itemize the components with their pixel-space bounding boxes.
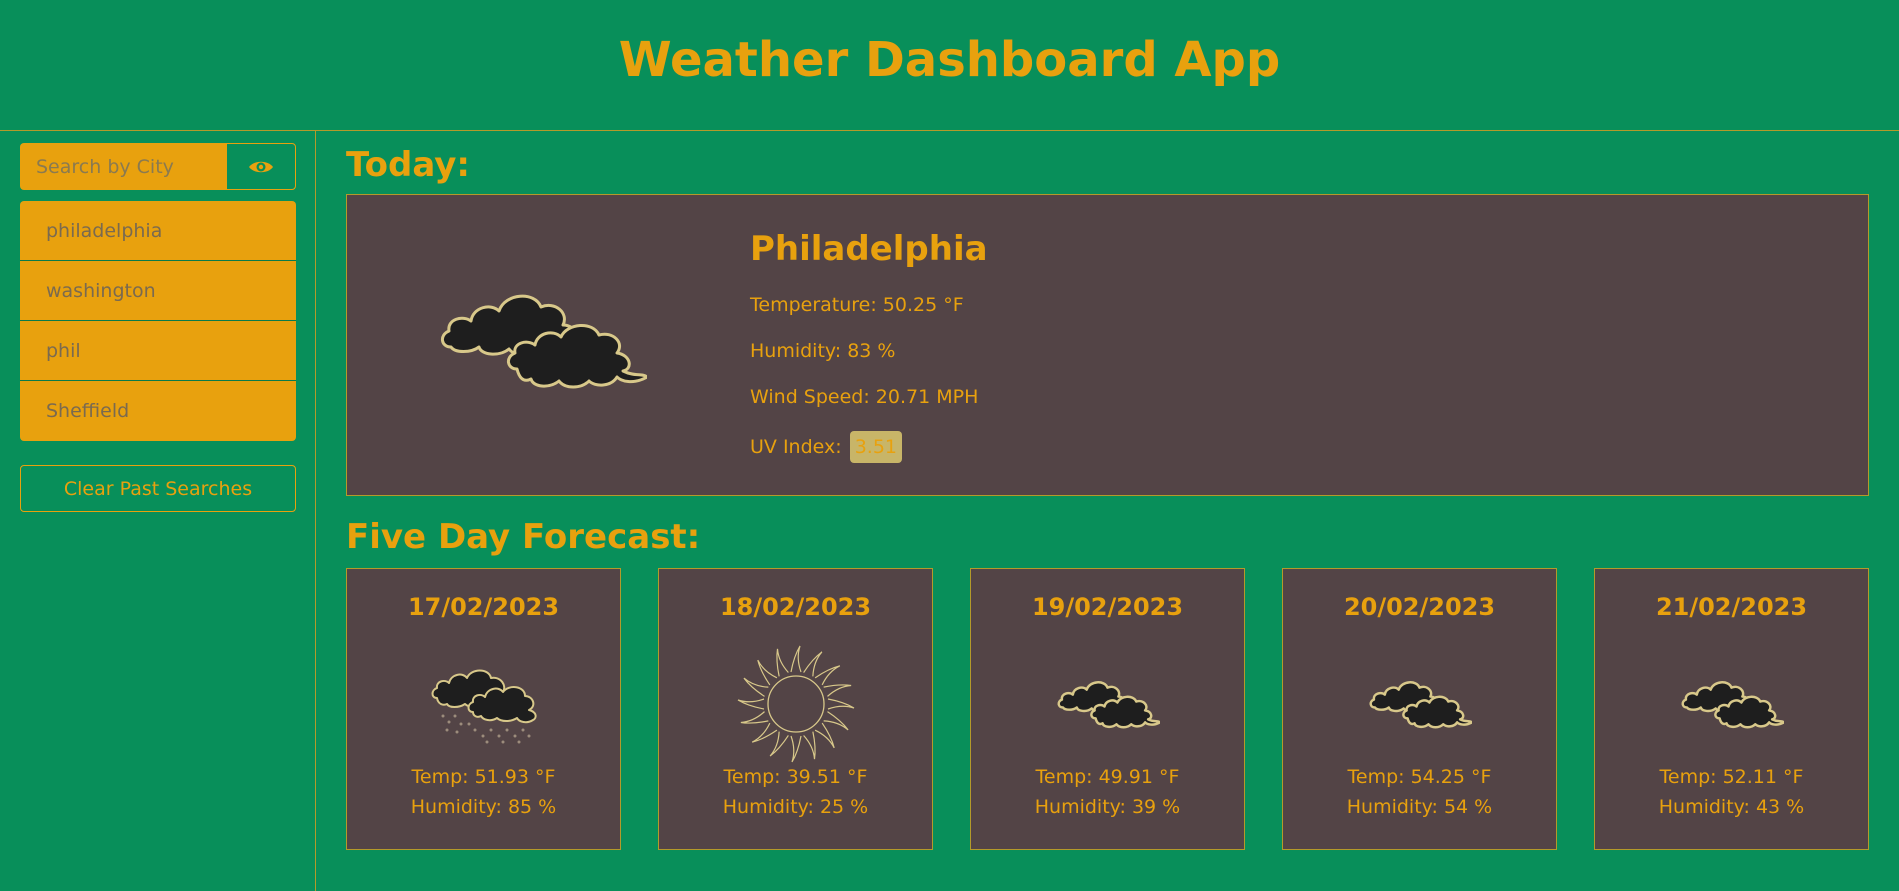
forecast-temp: Temp: 51.93 °F [411,766,556,788]
forecast-card: 21/02/2023 Temp: 52.11 °F Humidity: 43 % [1594,568,1869,850]
forecast-card: 17/02/2023 Temp: 51.93 °F Humidity: 85 % [346,568,621,850]
forecast-temp: Temp: 49.91 °F [1035,766,1180,788]
today-card: Philadelphia Temperature: 50.25 °F Humid… [346,194,1869,496]
history-item-label: phil [46,339,81,362]
forecast-humidity: Humidity: 25 % [722,796,869,818]
history-item[interactable]: phil [20,321,296,381]
forecast-row: 17/02/2023 Temp: 51.93 °F Humidity: 85 %… [346,568,1869,850]
history-item-label: philadelphia [46,219,163,242]
search-input[interactable] [20,143,226,190]
forecast-temp: Temp: 52.11 °F [1659,766,1804,788]
forecast-date: 17/02/2023 [407,593,560,621]
search-button[interactable] [226,143,296,190]
history-item[interactable]: philadelphia [20,201,296,261]
forecast-temp: Temp: 54.25 °F [1347,766,1492,788]
history-item[interactable]: washington [20,261,296,321]
forecast-card: 20/02/2023 Temp: 54.25 °F Humidity: 54 % [1282,568,1557,850]
forecast-humidity: Humidity: 54 % [1346,796,1493,818]
forecast-date: 20/02/2023 [1343,593,1496,621]
sun-icon [659,639,932,769]
forecast-humidity: Humidity: 43 % [1658,796,1805,818]
forecast-humidity: Humidity: 85 % [410,796,557,818]
app-header: Weather Dashboard App [0,0,1899,131]
uv-index-label: UV Index: [750,436,842,458]
forecast-card: 19/02/2023 Temp: 49.91 °F Humidity: 39 % [970,568,1245,850]
clear-history-button[interactable]: Clear Past Searches [20,465,296,512]
search-history-list: philadelphia washington phil Sheffield [20,201,296,441]
forecast-heading: Five Day Forecast: [346,517,701,557]
cloudy-icon [1595,639,1868,769]
forecast-card: 18/02/2023 Temp: 39.51 °F Humidity: 25 % [658,568,933,850]
today-info: Philadelphia Temperature: 50.25 °F Humid… [750,229,988,477]
wind-speed-text: Wind Speed: 20.71 MPH [750,386,979,408]
cloudy-icon [437,285,649,399]
cloudy-icon [971,639,1244,769]
city-name: Philadelphia [750,229,988,269]
forecast-humidity: Humidity: 39 % [1034,796,1181,818]
forecast-temp: Temp: 39.51 °F [723,766,868,788]
rain-cloud-icon [347,639,620,769]
main-content: Today: Philadelphia Temperature: 50.25 °… [316,131,1899,891]
forecast-date: 18/02/2023 [719,593,872,621]
uv-index-badge: 3.51 [849,431,903,463]
humidity-text: Humidity: 83 % [750,340,896,362]
cloudy-icon [1283,639,1556,769]
uv-index-row: UV Index: 3.51 [750,431,988,477]
forecast-date: 21/02/2023 [1655,593,1808,621]
temperature-text: Temperature: 50.25 °F [750,294,964,316]
eye-icon [249,161,273,172]
history-item-label: washington [46,279,156,302]
today-heading: Today: [346,145,471,185]
history-item[interactable]: Sheffield [20,381,296,441]
forecast-date: 19/02/2023 [1031,593,1184,621]
page-title: Weather Dashboard App [618,32,1281,88]
history-item-label: Sheffield [46,400,130,422]
sidebar: philadelphia washington phil Sheffield C… [0,131,316,891]
